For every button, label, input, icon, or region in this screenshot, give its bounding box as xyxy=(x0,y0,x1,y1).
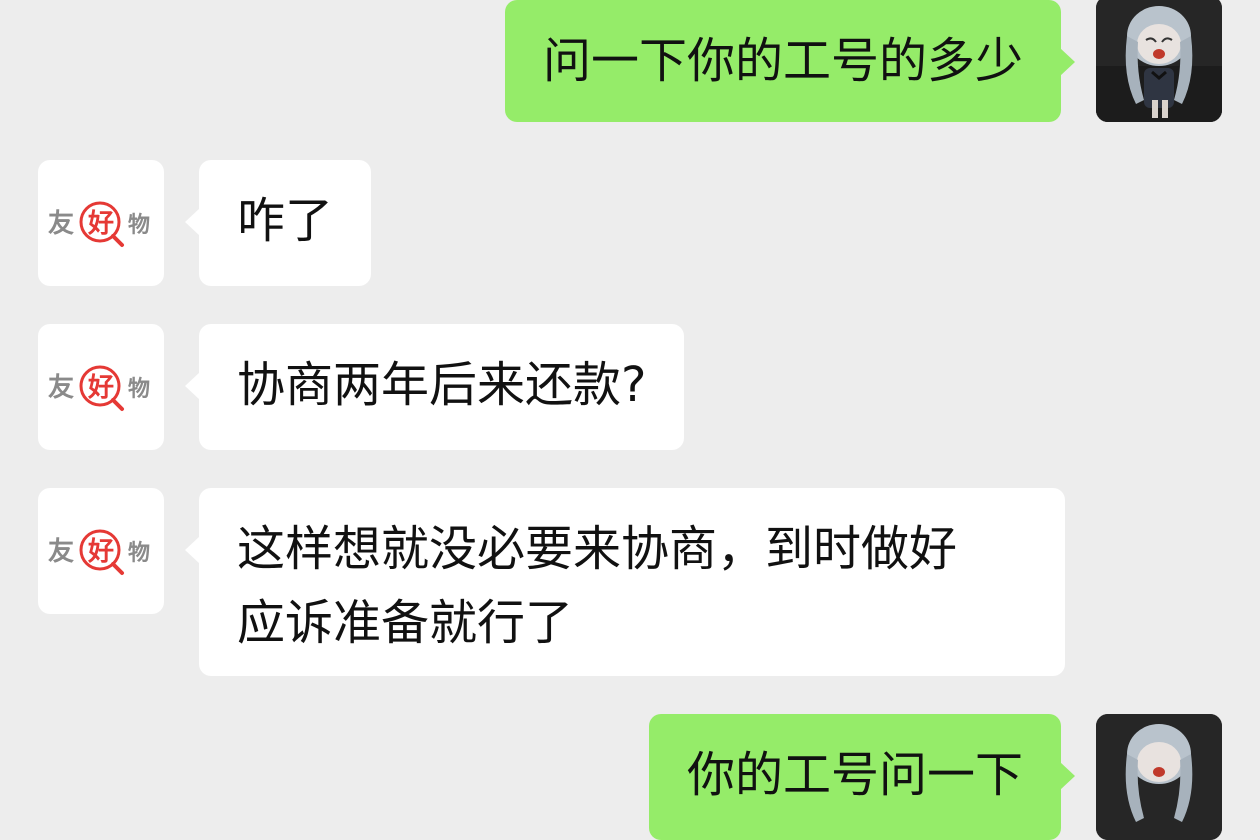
brand-logo-text-left: 友 xyxy=(48,209,74,239)
brand-logo-text-left: 友 xyxy=(48,373,74,403)
user-avatar[interactable] xyxy=(1096,714,1222,840)
brand-logo-text-left: 友 xyxy=(48,537,74,567)
brand-logo-text-center: 好 xyxy=(87,373,114,403)
brand-logo-text-right: 物 xyxy=(128,376,150,402)
brand-logo-text-center: 好 xyxy=(87,537,114,567)
brand-logo-text-center: 好 xyxy=(87,209,114,239)
incoming-message-bubble[interactable]: 这样想就没必要来协商，到时做好 应诉准备就行了 xyxy=(185,488,1065,676)
message-text: 你的工号问一下 xyxy=(686,747,1023,803)
contact-avatar[interactable]: 友 好 物 xyxy=(38,160,164,286)
chat-message-list[interactable]: 问一下你的工号的多少 友 好 物 咋了 友 好 物 协商两年后来还款? 友 好 … xyxy=(0,0,1260,840)
brand-logo-text-right: 物 xyxy=(128,212,150,238)
message-text-line-1: 这样想就没必要来协商，到时做好 xyxy=(237,521,958,577)
contact-avatar[interactable]: 友 好 物 xyxy=(38,324,164,450)
brand-logo-icon: 友 好 物 xyxy=(48,529,150,575)
message-text: 问一下你的工号的多少 xyxy=(542,33,1023,89)
anime-character-avatar-icon xyxy=(1096,0,1222,122)
anime-character-avatar-icon xyxy=(1096,714,1222,840)
brand-logo-text-right: 物 xyxy=(128,540,150,566)
message-text: 协商两年后来还款? xyxy=(237,357,647,413)
message-text-line-2: 应诉准备就行了 xyxy=(237,595,574,651)
brand-logo-icon: 友 好 物 xyxy=(48,201,150,247)
incoming-message-bubble[interactable]: 协商两年后来还款? xyxy=(184,324,685,450)
contact-avatar[interactable]: 友 好 物 xyxy=(38,488,164,614)
user-avatar[interactable] xyxy=(1096,0,1222,122)
message-text: 咋了 xyxy=(237,193,334,249)
outgoing-message-bubble[interactable]: 问一下你的工号的多少 xyxy=(504,0,1076,122)
outgoing-message-bubble[interactable]: 你的工号问一下 xyxy=(648,714,1076,840)
incoming-message-bubble[interactable]: 咋了 xyxy=(184,160,372,286)
brand-logo-icon: 友 好 物 xyxy=(48,365,150,411)
